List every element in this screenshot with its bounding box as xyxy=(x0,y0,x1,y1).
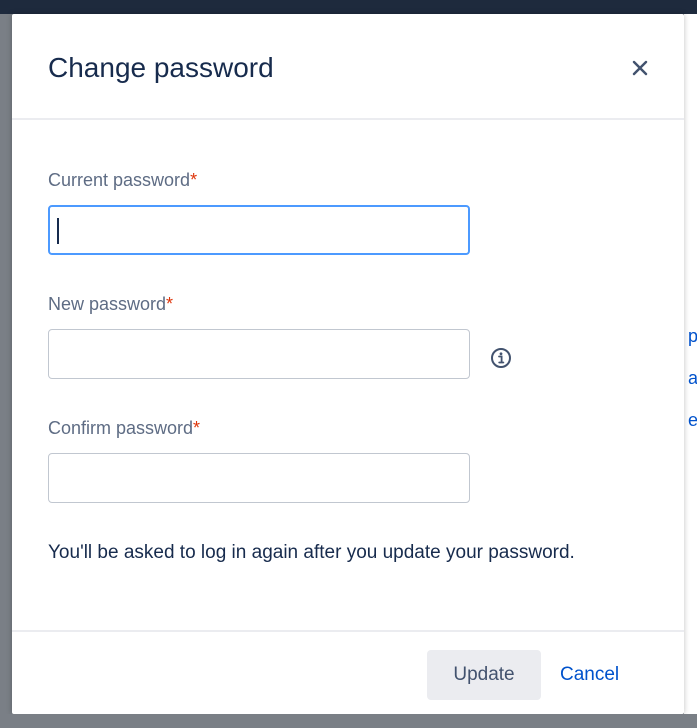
background-text-fragment: e xyxy=(688,410,697,430)
dialog-footer: Update Cancel xyxy=(12,630,684,716)
current-password-label-text: Current password xyxy=(48,170,191,190)
overlay-backdrop xyxy=(0,714,697,728)
app-top-bar xyxy=(0,0,697,14)
required-marker: * xyxy=(190,170,198,190)
current-password-input[interactable] xyxy=(48,205,470,255)
close-icon xyxy=(632,60,648,76)
info-icon[interactable] xyxy=(490,347,512,369)
new-password-input[interactable] xyxy=(48,329,470,379)
relogin-note: You'll be asked to log in again after yo… xyxy=(48,542,575,563)
required-marker: * xyxy=(193,418,201,438)
current-password-label: Current password* xyxy=(48,170,197,191)
cancel-button[interactable]: Cancel xyxy=(552,650,627,700)
background-page-peek: p a e xyxy=(684,14,697,714)
dialog-header: Change password xyxy=(12,14,684,120)
text-caret xyxy=(57,218,59,244)
confirm-password-label: Confirm password* xyxy=(48,418,200,439)
change-password-dialog: Change password Current password* New pa… xyxy=(12,14,684,714)
background-text-fragment: a xyxy=(688,368,697,388)
confirm-password-label-text: Confirm password xyxy=(48,418,194,438)
required-marker: * xyxy=(166,294,174,314)
new-password-label-text: New password xyxy=(48,294,167,314)
update-button[interactable]: Update xyxy=(427,650,541,700)
confirm-password-input[interactable] xyxy=(48,453,470,503)
dialog-title: Change password xyxy=(48,52,274,83)
close-button[interactable] xyxy=(624,52,656,84)
background-text-fragment: p xyxy=(688,326,697,346)
new-password-label: New password* xyxy=(48,294,173,315)
